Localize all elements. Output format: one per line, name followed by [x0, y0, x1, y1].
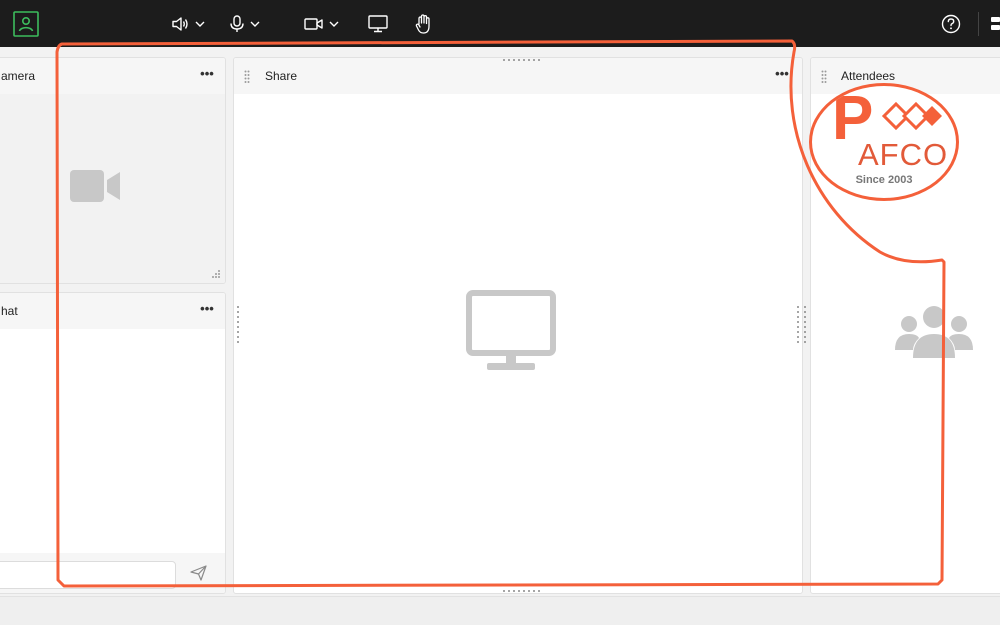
resize-grip-icon[interactable] — [211, 269, 221, 279]
help-icon — [941, 14, 961, 34]
camera-icon — [303, 18, 323, 30]
camera-panel: amera ••• — [0, 57, 226, 284]
horizontal-splitter-handle[interactable] — [502, 588, 544, 594]
microphone-icon — [229, 15, 244, 32]
drag-handle-icon[interactable] — [244, 70, 250, 84]
camera-panel-header[interactable]: amera ••• — [0, 58, 225, 94]
send-icon — [190, 565, 207, 581]
people-group-icon — [895, 306, 973, 358]
microphone-button[interactable] — [226, 9, 262, 39]
attendees-panel-title: Attendees — [841, 69, 896, 83]
chat-panel-title: hat — [1, 304, 18, 318]
bottom-status-bar — [0, 596, 1000, 625]
drag-handle-icon[interactable] — [821, 70, 827, 84]
camera-panel-title: amera — [1, 69, 36, 83]
share-panel-header[interactable]: Share ••• — [234, 58, 802, 94]
more-options-button[interactable] — [990, 9, 1000, 39]
monitor-icon — [368, 15, 388, 33]
hand-icon — [415, 14, 430, 34]
help-button[interactable] — [940, 9, 962, 39]
chat-panel-menu-button[interactable]: ••• — [197, 302, 217, 319]
user-icon — [13, 11, 39, 37]
chevron-down-icon — [195, 21, 204, 27]
logo-tagline: Since 2003 — [855, 174, 913, 186]
chat-message-input[interactable] — [0, 561, 176, 589]
raise-hand-button[interactable] — [414, 9, 434, 39]
camera-preview-area — [0, 94, 225, 283]
vertical-splitter-handle[interactable] — [795, 305, 809, 347]
top-toolbar — [0, 0, 1000, 47]
toolbar-divider — [978, 12, 979, 36]
logo-diamond-mark — [882, 101, 942, 131]
monitor-icon — [466, 290, 556, 370]
horizontal-splitter-handle[interactable] — [502, 57, 544, 63]
chat-panel: hat ••• — [0, 292, 226, 594]
speaker-icon — [171, 17, 188, 31]
profile-button[interactable] — [13, 9, 39, 39]
chat-panel-header[interactable]: hat ••• — [0, 293, 225, 329]
audio-button[interactable] — [170, 9, 206, 39]
share-panel-title: Share — [265, 69, 298, 83]
chevron-down-icon — [250, 21, 259, 27]
pafco-logo: P AFCO Since 2003 — [809, 83, 959, 201]
camera-panel-menu-button[interactable]: ••• — [197, 67, 217, 84]
video-camera-icon — [70, 170, 120, 202]
share-panel: Share ••• — [233, 57, 803, 594]
grid-icon — [991, 17, 1000, 30]
vertical-splitter-handle[interactable] — [235, 305, 241, 347]
send-button[interactable] — [190, 565, 212, 585]
video-button[interactable] — [301, 9, 341, 39]
share-panel-menu-button[interactable]: ••• — [772, 67, 792, 84]
share-screen-button[interactable] — [368, 9, 388, 39]
chevron-down-icon — [329, 21, 338, 27]
logo-name: AFCO — [858, 137, 949, 172]
